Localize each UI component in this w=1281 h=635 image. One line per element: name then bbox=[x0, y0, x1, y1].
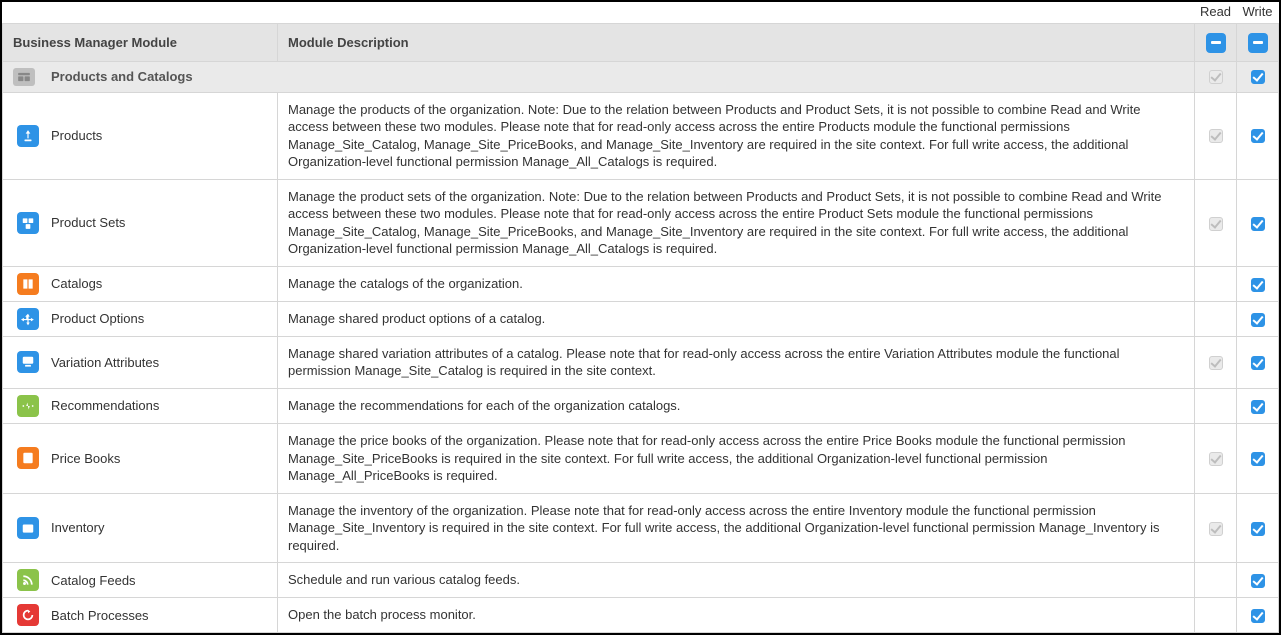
module-name: Catalog Feeds bbox=[51, 573, 136, 588]
product-sets-icon bbox=[17, 212, 39, 234]
write-column-header: Write bbox=[1237, 2, 1279, 24]
module-name: Product Sets bbox=[51, 215, 125, 230]
product-icon bbox=[17, 125, 39, 147]
variation-icon bbox=[17, 351, 39, 373]
write-checkbox[interactable] bbox=[1251, 609, 1265, 623]
read-checkbox bbox=[1209, 452, 1223, 466]
table-row: Batch Processes Open the batch process m… bbox=[3, 598, 1279, 633]
module-name: Variation Attributes bbox=[51, 355, 159, 370]
permissions-panel: Read Write Business Manager Module Modul… bbox=[0, 0, 1281, 635]
module-description: Manage the products of the organization.… bbox=[278, 92, 1195, 179]
write-toggle-all-button[interactable] bbox=[1248, 33, 1268, 53]
table-row: Products Manage the products of the orga… bbox=[3, 92, 1279, 179]
module-description: Manage shared product options of a catal… bbox=[278, 301, 1195, 336]
read-column-header: Read bbox=[1195, 2, 1237, 24]
column-header-row: Business Manager Module Module Descripti… bbox=[3, 24, 1279, 62]
module-name: Recommendations bbox=[51, 398, 159, 413]
module-column-header: Business Manager Module bbox=[3, 24, 278, 62]
top-header-row: Read Write bbox=[3, 2, 1279, 24]
table-row: Recommendations Manage the recommendatio… bbox=[3, 388, 1279, 423]
module-description: Manage the inventory of the organization… bbox=[278, 493, 1195, 563]
pricebook-icon: $ bbox=[17, 447, 39, 469]
section-read-checkbox bbox=[1209, 70, 1223, 84]
table-row: $ Price Books Manage the price books of … bbox=[3, 423, 1279, 493]
module-name: Products bbox=[51, 128, 102, 143]
svg-text:$: $ bbox=[26, 456, 30, 463]
read-toggle-all-button[interactable] bbox=[1206, 33, 1226, 53]
section-row: Products and Catalogs bbox=[3, 61, 1279, 92]
catalog-icon bbox=[17, 273, 39, 295]
module-name: Batch Processes bbox=[51, 608, 149, 623]
module-name: Price Books bbox=[51, 451, 120, 466]
description-column-header: Module Description bbox=[278, 24, 1195, 62]
write-checkbox[interactable] bbox=[1251, 278, 1265, 292]
table-row: Catalog Feeds Schedule and run various c… bbox=[3, 563, 1279, 598]
permissions-table: Read Write Business Manager Module Modul… bbox=[2, 2, 1279, 633]
table-row: Variation Attributes Manage shared varia… bbox=[3, 336, 1279, 388]
feeds-icon bbox=[17, 569, 39, 591]
write-checkbox[interactable] bbox=[1251, 356, 1265, 370]
section-icon bbox=[13, 68, 35, 86]
table-row: Inventory Manage the inventory of the or… bbox=[3, 493, 1279, 563]
inventory-icon bbox=[17, 517, 39, 539]
module-description: Schedule and run various catalog feeds. bbox=[278, 563, 1195, 598]
module-description: Manage the product sets of the organizat… bbox=[278, 179, 1195, 266]
batch-icon bbox=[17, 604, 39, 626]
recommend-icon bbox=[17, 395, 39, 417]
write-checkbox[interactable] bbox=[1251, 452, 1265, 466]
read-checkbox bbox=[1209, 217, 1223, 231]
module-name: Product Options bbox=[51, 311, 144, 326]
module-name: Inventory bbox=[51, 520, 104, 535]
section-name: Products and Catalogs bbox=[51, 69, 193, 84]
read-checkbox bbox=[1209, 522, 1223, 536]
module-description: Manage shared variation attributes of a … bbox=[278, 336, 1195, 388]
module-description: Open the batch process monitor. bbox=[278, 598, 1195, 633]
module-description: Manage the price books of the organizati… bbox=[278, 423, 1195, 493]
section-write-checkbox[interactable] bbox=[1251, 70, 1265, 84]
table-row: Catalogs Manage the catalogs of the orga… bbox=[3, 266, 1279, 301]
write-checkbox[interactable] bbox=[1251, 522, 1265, 536]
module-name: Catalogs bbox=[51, 276, 102, 291]
write-checkbox[interactable] bbox=[1251, 313, 1265, 327]
product-options-icon bbox=[17, 308, 39, 330]
module-description: Manage the recommendations for each of t… bbox=[278, 388, 1195, 423]
write-checkbox[interactable] bbox=[1251, 574, 1265, 588]
read-checkbox bbox=[1209, 356, 1223, 370]
write-checkbox[interactable] bbox=[1251, 217, 1265, 231]
write-checkbox[interactable] bbox=[1251, 129, 1265, 143]
write-checkbox[interactable] bbox=[1251, 400, 1265, 414]
read-checkbox bbox=[1209, 129, 1223, 143]
table-row: Product Sets Manage the product sets of … bbox=[3, 179, 1279, 266]
module-description: Manage the catalogs of the organization. bbox=[278, 266, 1195, 301]
table-row: Product Options Manage shared product op… bbox=[3, 301, 1279, 336]
